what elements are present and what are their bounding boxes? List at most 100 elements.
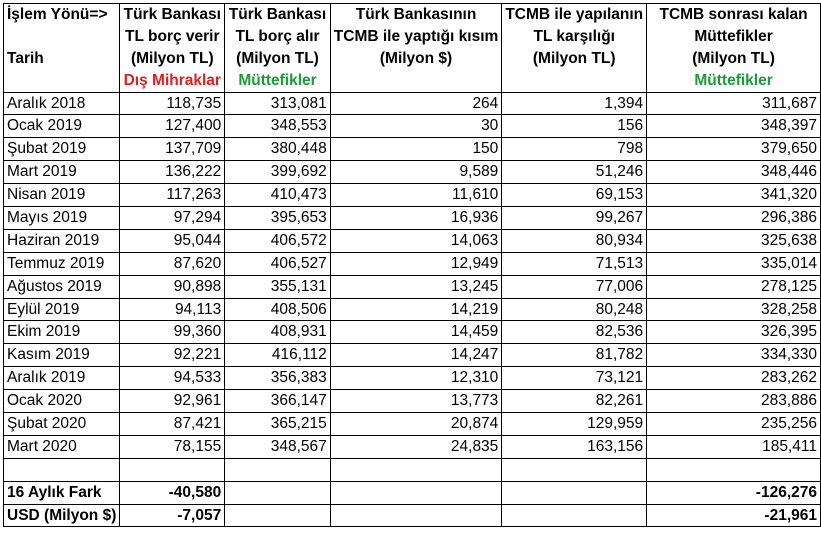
value-cell[interactable]: -40,580 <box>119 480 226 505</box>
value-cell[interactable]: 264 <box>329 91 503 116</box>
empty-cell[interactable] <box>646 457 821 482</box>
value-cell[interactable]: 117,263 <box>119 183 226 208</box>
value-cell[interactable]: 410,473 <box>224 183 331 208</box>
value-cell[interactable]: 341,320 <box>646 183 821 208</box>
header-cell[interactable]: TCMB sonrası kalan <box>646 2 821 26</box>
empty-cell[interactable] <box>224 457 331 482</box>
value-cell[interactable]: 82,261 <box>501 389 648 414</box>
value-cell[interactable]: 408,931 <box>224 320 331 345</box>
value-cell[interactable] <box>501 503 648 528</box>
header-cell[interactable]: Türk Bankası <box>119 2 226 26</box>
value-cell[interactable]: 14,247 <box>329 343 503 368</box>
value-cell[interactable]: 73,121 <box>501 366 648 391</box>
value-cell[interactable]: 296,386 <box>646 206 821 230</box>
value-cell[interactable] <box>329 503 503 528</box>
value-cell[interactable]: 136,222 <box>119 160 226 185</box>
value-cell[interactable]: 379,650 <box>646 137 821 162</box>
value-cell[interactable]: 129,959 <box>501 412 648 436</box>
value-cell[interactable]: 20,874 <box>329 412 503 436</box>
value-cell[interactable]: 80,248 <box>501 297 648 322</box>
value-cell[interactable]: 185,411 <box>646 434 821 459</box>
value-cell[interactable] <box>501 480 648 505</box>
empty-cell[interactable] <box>119 457 226 482</box>
value-cell[interactable]: 127,400 <box>119 114 226 139</box>
header-cell[interactable] <box>501 69 648 93</box>
row-label-cell[interactable]: Nisan 2019 <box>2 183 121 208</box>
value-cell[interactable]: 24,835 <box>329 434 503 459</box>
value-cell[interactable]: 69,153 <box>501 183 648 208</box>
value-cell[interactable]: 14,219 <box>329 297 503 322</box>
value-cell[interactable]: 94,533 <box>119 366 226 391</box>
value-cell[interactable]: 95,044 <box>119 228 226 253</box>
value-cell[interactable]: 118,735 <box>119 91 226 116</box>
row-label-cell[interactable]: Eylül 2019 <box>2 297 121 322</box>
value-cell[interactable]: 334,330 <box>646 343 821 368</box>
header-cell[interactable]: TL borç verir <box>119 25 226 48</box>
value-cell[interactable]: 313,081 <box>224 91 331 116</box>
value-cell[interactable]: 99,360 <box>119 320 226 345</box>
value-cell[interactable]: 12,949 <box>329 251 503 276</box>
value-cell[interactable]: 156 <box>501 114 648 139</box>
row-label-cell[interactable]: Mart 2019 <box>2 160 121 185</box>
row-label-cell[interactable]: Şubat 2020 <box>2 412 121 436</box>
header-cell[interactable]: Tarih <box>2 47 121 70</box>
value-cell[interactable]: 12,310 <box>329 366 503 391</box>
row-label-cell[interactable]: Mayıs 2019 <box>2 206 121 230</box>
row-label-cell[interactable]: Aralık 2019 <box>2 366 121 391</box>
empty-cell[interactable] <box>501 457 648 482</box>
row-label-cell[interactable]: Ocak 2019 <box>2 114 121 139</box>
value-cell[interactable]: 11,610 <box>329 183 503 208</box>
value-cell[interactable]: 395,653 <box>224 206 331 230</box>
row-label-cell[interactable]: 16 Aylık Fark <box>2 480 121 505</box>
row-label-cell[interactable]: USD (Milyon $) <box>2 503 121 528</box>
value-cell[interactable]: 16,936 <box>329 206 503 230</box>
value-cell[interactable]: 325,638 <box>646 228 821 253</box>
value-cell[interactable]: 13,773 <box>329 389 503 414</box>
value-cell[interactable] <box>224 480 331 505</box>
value-cell[interactable]: 163,156 <box>501 434 648 459</box>
value-cell[interactable]: 150 <box>329 137 503 162</box>
value-cell[interactable]: 94,113 <box>119 297 226 322</box>
value-cell[interactable]: 82,536 <box>501 320 648 345</box>
row-label-cell[interactable]: Mart 2020 <box>2 434 121 459</box>
value-cell[interactable]: 365,215 <box>224 412 331 436</box>
header-cell[interactable] <box>2 69 121 93</box>
value-cell[interactable]: 1,394 <box>501 91 648 116</box>
value-cell[interactable]: 99,267 <box>501 206 648 230</box>
value-cell[interactable]: -21,961 <box>646 503 821 528</box>
value-cell[interactable]: 87,421 <box>119 412 226 436</box>
label-muttefikler[interactable]: Müttefikler <box>224 69 331 93</box>
value-cell[interactable]: 311,687 <box>646 91 821 116</box>
value-cell[interactable]: 97,294 <box>119 206 226 230</box>
label-muttefikler[interactable]: Müttefikler <box>646 69 821 93</box>
row-label-cell[interactable]: Ekim 2019 <box>2 320 121 345</box>
value-cell[interactable]: 78,155 <box>119 434 226 459</box>
value-cell[interactable]: 348,567 <box>224 434 331 459</box>
row-label-cell[interactable]: Ocak 2020 <box>2 389 121 414</box>
header-cell[interactable]: (Milyon TL) <box>224 47 331 70</box>
value-cell[interactable]: 335,014 <box>646 251 821 276</box>
value-cell[interactable]: 328,258 <box>646 297 821 322</box>
value-cell[interactable]: 399,692 <box>224 160 331 185</box>
value-cell[interactable]: 416,112 <box>224 343 331 368</box>
value-cell[interactable]: 235,256 <box>646 412 821 436</box>
value-cell[interactable]: 92,221 <box>119 343 226 368</box>
value-cell[interactable]: 80,934 <box>501 228 648 253</box>
value-cell[interactable]: 348,397 <box>646 114 821 139</box>
value-cell[interactable]: 90,898 <box>119 274 226 299</box>
value-cell[interactable]: 356,383 <box>224 366 331 391</box>
value-cell[interactable]: 406,572 <box>224 228 331 253</box>
value-cell[interactable]: 13,245 <box>329 274 503 299</box>
value-cell[interactable]: 406,527 <box>224 251 331 276</box>
header-cell[interactable]: (Milyon TL) <box>501 47 648 70</box>
header-cell[interactable]: TCMB ile yapılanın <box>501 2 648 26</box>
value-cell[interactable]: 348,553 <box>224 114 331 139</box>
value-cell[interactable]: 87,620 <box>119 251 226 276</box>
header-cell[interactable] <box>2 25 121 48</box>
value-cell[interactable]: 283,262 <box>646 366 821 391</box>
row-label-cell[interactable]: Ağustos 2019 <box>2 274 121 299</box>
value-cell[interactable]: 348,446 <box>646 160 821 185</box>
value-cell[interactable]: 355,131 <box>224 274 331 299</box>
row-label-cell[interactable]: Haziran 2019 <box>2 228 121 253</box>
value-cell[interactable] <box>329 480 503 505</box>
